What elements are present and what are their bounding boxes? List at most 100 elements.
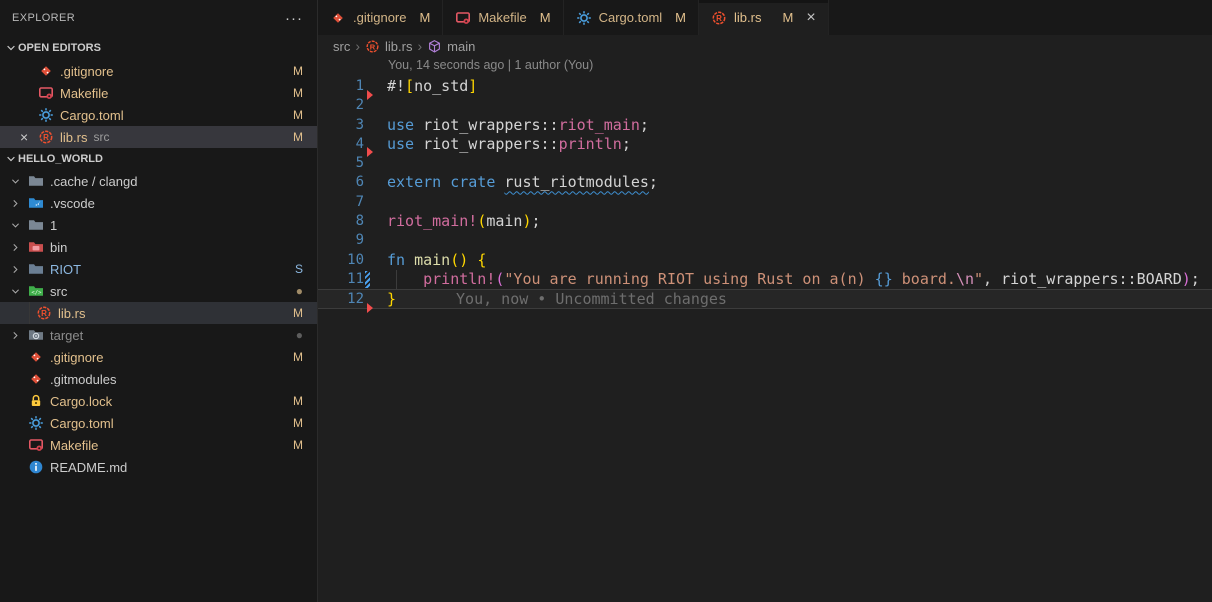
breadcrumb: src › R lib.rs › main xyxy=(318,35,1212,57)
file-path-description: src xyxy=(93,130,293,144)
indent-guide xyxy=(29,302,30,324)
tree-item-vscode[interactable]: .vscode xyxy=(0,192,317,214)
workspace-header[interactable]: HELLO_WORLD xyxy=(0,148,317,170)
close-icon[interactable]: × xyxy=(806,10,815,26)
tree-item-cache-clangd[interactable]: .cache / clangd xyxy=(0,170,317,192)
file-name: Makefile xyxy=(60,86,293,101)
line-number[interactable]: 2 xyxy=(318,96,364,115)
tab-cargo-toml[interactable]: Cargo.toml M xyxy=(564,0,699,35)
symbol-cube-icon xyxy=(427,39,442,54)
open-editors-header[interactable]: OPEN EDITORS xyxy=(0,36,317,60)
code-line-3[interactable]: 3use riot_wrappers::riot_main; xyxy=(318,116,1212,135)
tab-gitignore[interactable]: .gitignore M xyxy=(318,0,443,35)
tab-lib-rs[interactable]: R lib.rs M × xyxy=(699,0,829,35)
bin-folder-icon xyxy=(28,239,44,255)
close-icon[interactable]: × xyxy=(20,129,38,145)
code-editor[interactable]: You, 14 seconds ago | 1 author (You) 1#!… xyxy=(318,57,1212,602)
tree-item-cargo-toml[interactable]: Cargo.toml M xyxy=(0,412,317,434)
line-number[interactable]: 5 xyxy=(318,154,364,173)
open-editor-cargo-toml[interactable]: Cargo.toml M xyxy=(0,104,317,126)
code-line-5[interactable]: 5 xyxy=(318,154,1212,173)
tree-item-target[interactable]: target ● xyxy=(0,324,317,346)
git-status-badge: M xyxy=(293,394,303,408)
code-line-11[interactable]: 11 println!("You are running RIOT using … xyxy=(318,270,1212,289)
tree-item-cargo-lock[interactable]: Cargo.lock M xyxy=(0,390,317,412)
tree-item-1[interactable]: 1 xyxy=(0,214,317,236)
folder-icon xyxy=(28,173,44,189)
breadcrumb-separator: › xyxy=(417,38,422,54)
code-line-12[interactable]: 12}You, now • Uncommitted changes xyxy=(318,289,1212,308)
makefile-icon xyxy=(455,10,471,26)
line-number[interactable]: 8 xyxy=(318,212,364,231)
line-number[interactable]: 4 xyxy=(318,135,364,154)
tree-item-makefile[interactable]: Makefile M xyxy=(0,434,317,456)
code-line-7[interactable]: 7 xyxy=(318,193,1212,212)
breadcrumb-lib-rs[interactable]: lib.rs xyxy=(385,39,412,54)
line-number[interactable]: 9 xyxy=(318,231,364,250)
tab-modified-badge: M xyxy=(675,10,686,25)
info-icon xyxy=(28,459,44,475)
git-modified-lines-marker[interactable] xyxy=(365,271,370,288)
line-number[interactable]: 12 xyxy=(318,290,364,309)
chevron-right-icon xyxy=(10,242,28,253)
breadcrumb-main[interactable]: main xyxy=(447,39,475,54)
breadcrumb-src[interactable]: src xyxy=(333,39,350,54)
line-number[interactable]: 7 xyxy=(318,193,364,212)
tab-modified-badge: M xyxy=(419,10,430,25)
tab-title: Makefile xyxy=(478,10,526,25)
folder-icon xyxy=(28,261,44,277)
editor-pane: .gitignore M Makefile M Cargo.toml M R l… xyxy=(318,0,1212,602)
code-line-8[interactable]: 8riot_main!(main); xyxy=(318,212,1212,231)
code-line-9[interactable]: 9 xyxy=(318,231,1212,250)
line-number[interactable]: 3 xyxy=(318,116,364,135)
line-number[interactable]: 6 xyxy=(318,173,364,192)
svg-text:</>: </> xyxy=(31,290,42,296)
line-number[interactable]: 10 xyxy=(318,251,364,270)
tab-modified-badge: M xyxy=(540,10,551,25)
tab-makefile[interactable]: Makefile M xyxy=(443,0,563,35)
chevron-down-icon xyxy=(10,286,28,297)
chevron-down-icon xyxy=(4,153,18,165)
target-folder-icon xyxy=(28,327,44,343)
makefile-icon xyxy=(28,437,44,453)
git-status-badge: M xyxy=(293,108,303,122)
more-actions-icon[interactable]: ··· xyxy=(285,10,303,27)
chevron-right-icon xyxy=(10,198,28,209)
chevron-right-icon xyxy=(10,330,28,341)
git-icon xyxy=(38,63,54,79)
line-number[interactable]: 11 xyxy=(318,270,364,289)
line-number[interactable]: 1 xyxy=(318,77,364,96)
tree-item-riot[interactable]: RIOT S xyxy=(0,258,317,280)
tab-title: .gitignore xyxy=(353,10,406,25)
submodule-badge: S xyxy=(295,262,303,276)
tree-item-lib-rs[interactable]: R lib.rs M xyxy=(0,302,317,324)
open-editor-makefile[interactable]: Makefile M xyxy=(0,82,317,104)
explorer-title: EXPLORER xyxy=(12,12,75,24)
breadcrumb-separator: › xyxy=(355,38,360,54)
gitlens-file-blame[interactable]: You, 14 seconds ago | 1 author (You) xyxy=(388,58,593,76)
open-editor-gitignore[interactable]: .gitignore M xyxy=(0,60,317,82)
modified-children-dot: ● xyxy=(296,284,303,298)
git-icon xyxy=(330,10,346,26)
tree-item-label: .gitignore xyxy=(50,350,293,365)
tree-item-bin[interactable]: bin xyxy=(0,236,317,258)
tree-item-label: .vscode xyxy=(50,196,317,211)
tree-item-readme[interactable]: README.md xyxy=(0,456,317,478)
rust-icon: R xyxy=(36,305,52,321)
git-deleted-lines-marker[interactable] xyxy=(367,303,373,313)
vscode-window: EXPLORER ··· OPEN EDITORS .gitignore M M… xyxy=(0,0,1212,602)
code-line-2[interactable]: 2 xyxy=(318,96,1212,115)
code-line-1[interactable]: 1#![no_std] xyxy=(318,77,1212,96)
svg-text:R: R xyxy=(41,309,47,318)
tree-item-gitignore[interactable]: .gitignore M xyxy=(0,346,317,368)
chevron-down-icon xyxy=(10,220,28,231)
tree-item-gitmodules[interactable]: .gitmodules xyxy=(0,368,317,390)
git-icon xyxy=(28,349,44,365)
open-editor-lib-rs[interactable]: × R lib.rs src M xyxy=(0,126,317,148)
code-line-6[interactable]: 6extern crate rust_riotmodules; xyxy=(318,173,1212,192)
tree-item-src[interactable]: </> src ● xyxy=(0,280,317,302)
tab-title: lib.rs xyxy=(734,10,761,25)
code-line-4[interactable]: 4use riot_wrappers::println; xyxy=(318,135,1212,154)
svg-text:R: R xyxy=(43,133,49,142)
code-line-10[interactable]: 10fn main() { xyxy=(318,251,1212,270)
